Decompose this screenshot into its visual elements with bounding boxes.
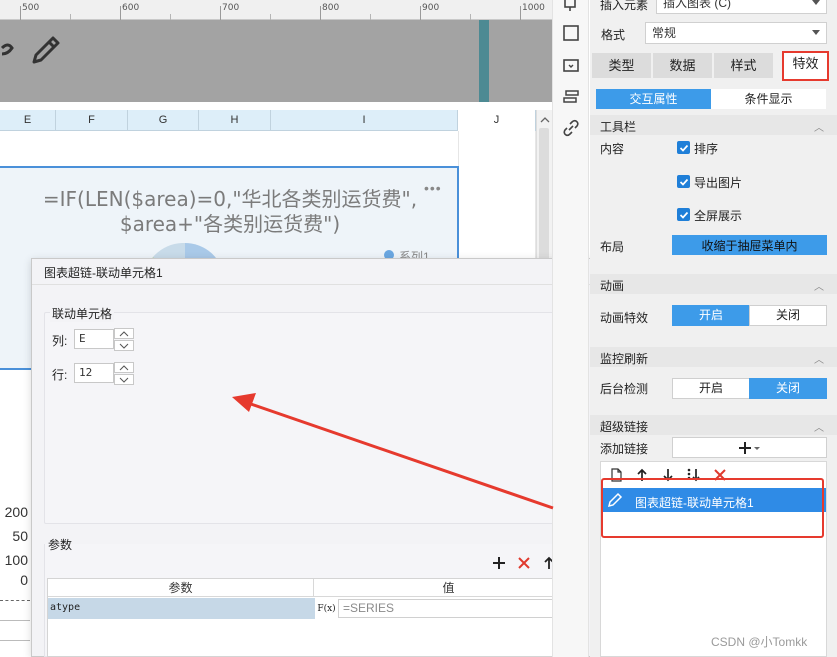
- arrow-annotation: [232, 393, 554, 510]
- watermark: CSDN @小Tomkk: [711, 635, 808, 649]
